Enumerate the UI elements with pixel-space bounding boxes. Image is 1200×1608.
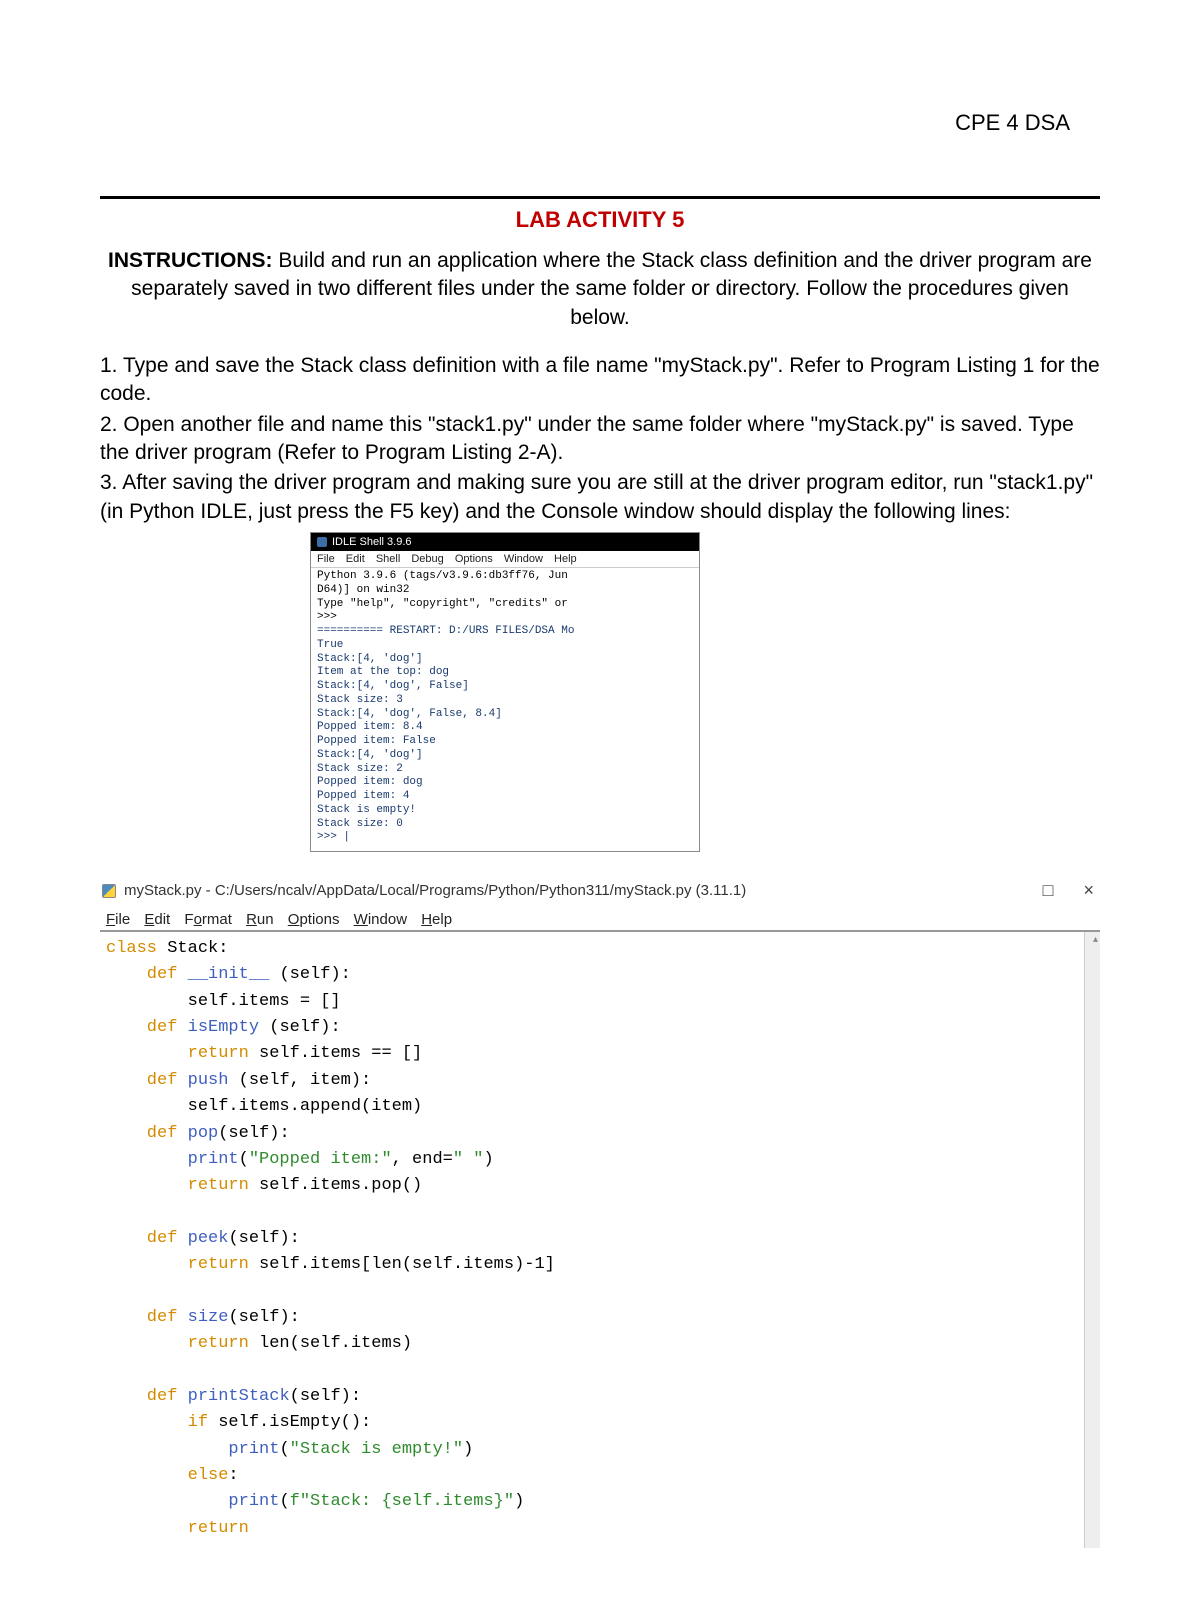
step-3: 3. After saving the driver program and m…	[100, 469, 1100, 526]
code-text: self.items = []	[106, 992, 341, 1011]
code-text: , end=	[392, 1150, 453, 1169]
code-text: :	[228, 1466, 238, 1485]
editor-scrollbar[interactable]: ▴	[1084, 932, 1100, 1548]
shell-menu-edit[interactable]: Edit	[346, 553, 365, 565]
step-1: 1. Type and save the Stack class definit…	[100, 352, 1100, 409]
shell-header-lines: Python 3.9.6 (tags/v3.9.6:db3ff76, Jun D…	[317, 570, 568, 623]
course-header: CPE 4 DSA	[100, 110, 1100, 136]
editor-body-wrap: ▴ class Stack: def __init__ (self): self…	[100, 930, 1100, 1548]
instructions-block: INSTRUCTIONS: Build and run an applicati…	[100, 247, 1100, 332]
editor-menu-run[interactable]: Run	[246, 911, 274, 928]
editor-menu-window[interactable]: Window	[354, 911, 407, 928]
idle-shell-window: IDLE Shell 3.9.6 File Edit Shell Debug O…	[310, 532, 700, 852]
code-kw: class	[106, 939, 157, 958]
shell-body: Python 3.9.6 (tags/v3.9.6:db3ff76, Jun D…	[311, 568, 699, 851]
code-fn: push	[177, 1071, 238, 1090]
lab-title: LAB ACTIVITY 5	[100, 207, 1100, 233]
shell-title: IDLE Shell 3.9.6	[332, 536, 412, 548]
code-kw: return	[106, 1334, 249, 1353]
code-fn: print	[106, 1440, 279, 1459]
editor-menu-options[interactable]: Options	[288, 911, 340, 928]
code-kw: return	[106, 1176, 249, 1195]
code-text: )	[514, 1492, 524, 1511]
code-kw: return	[106, 1519, 249, 1538]
code-text: (self):	[228, 1229, 299, 1248]
code-kw: def	[106, 1387, 177, 1406]
code-kw: def	[106, 1308, 177, 1327]
editor-body[interactable]: class Stack: def __init__ (self): self.i…	[100, 932, 1082, 1548]
instructions-text: Build and run an application where the S…	[131, 249, 1092, 329]
code-fn: pop	[177, 1124, 218, 1143]
code-text: Stack:	[157, 939, 228, 958]
code-text: self.isEmpty():	[208, 1413, 371, 1432]
code-kw: def	[106, 1229, 177, 1248]
shell-menu-help[interactable]: Help	[554, 553, 577, 565]
code-str: "Popped item:"	[249, 1150, 392, 1169]
code-text: (	[279, 1440, 289, 1459]
code-text: self.items.pop()	[249, 1176, 422, 1195]
editor-title: myStack.py - C:/Users/ncalv/AppData/Loca…	[124, 882, 746, 899]
editor-menu-file[interactable]: File	[106, 911, 130, 928]
code-kw: def	[106, 1018, 177, 1037]
code-text: (	[239, 1150, 249, 1169]
shell-output: True Stack:[4, 'dog'] Item at the top: d…	[317, 639, 502, 844]
code-text: )	[463, 1440, 473, 1459]
shell-menu-file[interactable]: File	[317, 553, 335, 565]
step-2: 2. Open another file and name this "stac…	[100, 411, 1100, 468]
code-kw: def	[106, 1124, 177, 1143]
code-text: (self):	[228, 1308, 299, 1327]
code-kw: def	[106, 1071, 177, 1090]
code-text: (	[279, 1492, 289, 1511]
code-fn: print	[106, 1150, 239, 1169]
code-str: f"Stack: {self.items}"	[290, 1492, 514, 1511]
instructions-label: INSTRUCTIONS:	[108, 249, 273, 272]
shell-menubar: File Edit Shell Debug Options Window Hel…	[311, 551, 699, 568]
code-kw: return	[106, 1255, 249, 1274]
code-text: (self):	[279, 965, 350, 984]
code-text: self.items[len(self.items)-1]	[249, 1255, 555, 1274]
code-kw: def	[106, 965, 177, 984]
shell-menu-debug[interactable]: Debug	[411, 553, 443, 565]
shell-menu-window[interactable]: Window	[504, 553, 543, 565]
code-fn: printStack	[177, 1387, 289, 1406]
editor-menu-format[interactable]: Format	[184, 911, 232, 928]
code-text: (self):	[290, 1387, 361, 1406]
shell-menu-shell[interactable]: Shell	[376, 553, 400, 565]
code-text: (self):	[218, 1124, 289, 1143]
editor-menu-help[interactable]: Help	[421, 911, 452, 928]
code-fn: peek	[177, 1229, 228, 1248]
code-kw: else	[106, 1466, 228, 1485]
code-text: len(self.items)	[249, 1334, 412, 1353]
code-text: self.items == []	[249, 1044, 422, 1063]
python-file-icon	[102, 884, 116, 898]
scroll-up-icon[interactable]: ▴	[1093, 934, 1098, 945]
top-rule	[100, 196, 1100, 199]
shell-restart: ========== RESTART: D:/URS FILES/DSA Mo	[317, 625, 574, 637]
code-fn: size	[177, 1308, 228, 1327]
close-icon[interactable]: ×	[1083, 880, 1094, 901]
python-icon	[317, 537, 327, 547]
code-str: "Stack is empty!"	[290, 1440, 463, 1459]
editor-titlebar: myStack.py - C:/Users/ncalv/AppData/Loca…	[100, 880, 1094, 901]
code-text: )	[483, 1150, 493, 1169]
steps-list: 1. Type and save the Stack class definit…	[100, 352, 1100, 526]
code-text: (self, item):	[239, 1071, 372, 1090]
maximize-icon[interactable]: □	[1043, 880, 1054, 901]
code-fn: print	[106, 1492, 279, 1511]
code-text: self.items.append(item)	[106, 1097, 422, 1116]
shell-menu-options[interactable]: Options	[455, 553, 493, 565]
shell-titlebar: IDLE Shell 3.9.6	[311, 533, 699, 551]
code-fn: isEmpty	[177, 1018, 269, 1037]
code-text: (self):	[269, 1018, 340, 1037]
code-kw: return	[106, 1044, 249, 1063]
code-fn: __init__	[177, 965, 279, 984]
code-str: " "	[453, 1150, 484, 1169]
editor-menubar: File Edit Format Run Options Window Help	[100, 911, 1100, 928]
code-kw: if	[106, 1413, 208, 1432]
editor-menu-edit[interactable]: Edit	[144, 911, 170, 928]
